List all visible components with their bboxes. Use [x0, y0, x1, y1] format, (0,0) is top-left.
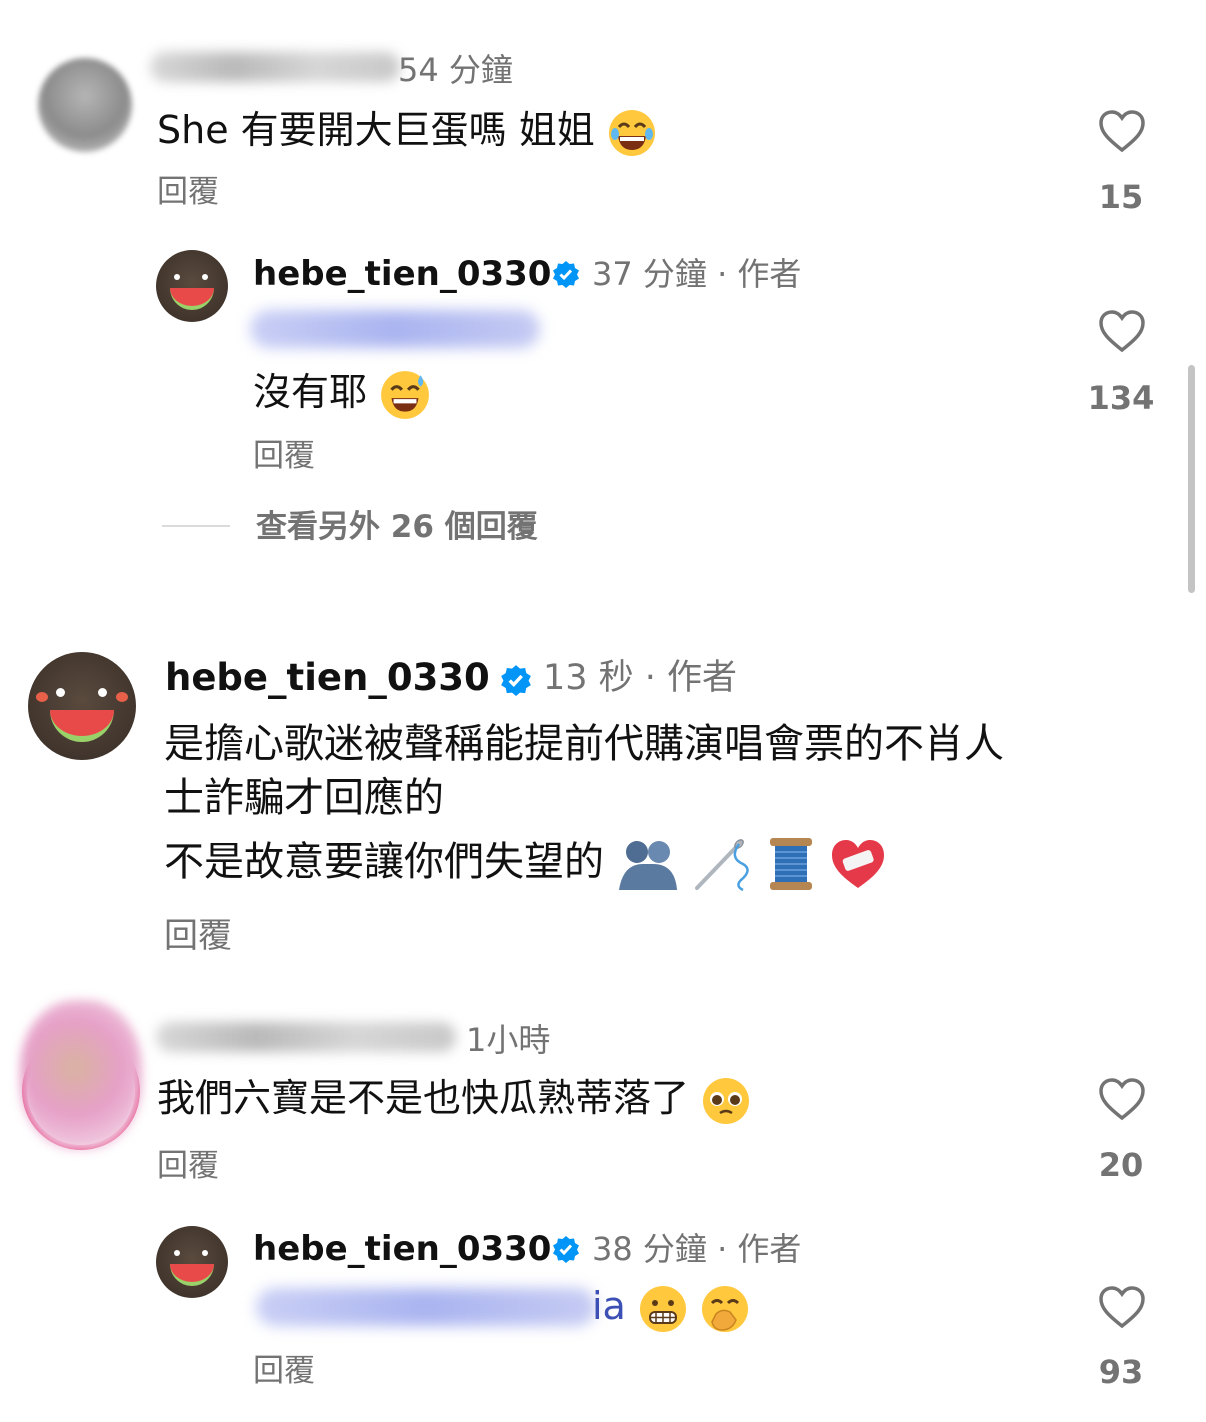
author-username[interactable]: hebe_tien_0330: [165, 658, 490, 698]
like-count: 93: [1098, 1353, 1144, 1391]
blurred-username[interactable]: [156, 1022, 456, 1052]
verified-badge-icon: [553, 1236, 579, 1263]
reply-timestamp: 37 分鐘 · 作者: [592, 255, 802, 293]
blurred-username[interactable]: [150, 52, 400, 82]
verified-badge-icon: [553, 261, 579, 288]
author-avatar[interactable]: [156, 250, 228, 322]
like-count: 15: [1098, 178, 1144, 216]
pleading-face-emoji-icon: [703, 1077, 750, 1124]
author-username[interactable]: hebe_tien_0330: [253, 1229, 551, 1269]
spool-of-thread-emoji-icon: [770, 838, 813, 890]
sweat-smile-emoji-icon: [381, 370, 430, 419]
like-count: 134: [1087, 379, 1155, 417]
reply-button[interactable]: 回覆: [253, 1351, 315, 1391]
view-more-replies-button[interactable]: 查看另外 26 個回覆: [256, 507, 538, 547]
author-avatar[interactable]: [28, 652, 136, 760]
heart-icon[interactable]: [1098, 1076, 1146, 1122]
people-hugging-emoji-icon: [618, 841, 677, 890]
blurred-mention[interactable]: [250, 310, 540, 348]
comment-text: 我們六寶是不是也快瓜熟蒂落了: [157, 1072, 751, 1126]
reply-button[interactable]: 回覆: [157, 172, 219, 212]
scrollbar[interactable]: [1188, 365, 1195, 593]
reply-button[interactable]: 回覆: [253, 436, 315, 476]
laughing-emoji-icon: [608, 109, 655, 156]
mention-tail[interactable]: ia: [592, 1284, 626, 1328]
comment-timestamp: 54 分鐘: [398, 51, 513, 89]
thread-needle-emoji-icon: [695, 839, 750, 892]
mending-heart-emoji-icon: [831, 840, 884, 888]
reply-timestamp: 38 分鐘 · 作者: [592, 1230, 802, 1268]
grimacing-face-emoji-icon: [639, 1285, 686, 1332]
comment-text-line3: 不是故意要讓你們失望的: [164, 836, 887, 892]
blurred-mention[interactable]: [256, 1288, 596, 1326]
reply-button[interactable]: 回覆: [157, 1146, 219, 1186]
author-username[interactable]: hebe_tien_0330: [253, 254, 551, 294]
reply-button[interactable]: 回覆: [164, 916, 232, 956]
commenter-avatar[interactable]: [20, 1000, 142, 1150]
view-more-divider: [162, 525, 230, 527]
comment-text-line2: 士詐騙才回應的: [164, 775, 444, 821]
reply-text: ia: [592, 1280, 750, 1334]
commenter-avatar[interactable]: [38, 58, 132, 152]
like-count: 20: [1098, 1146, 1144, 1184]
verified-badge-icon: [501, 665, 531, 696]
heart-icon[interactable]: [1098, 108, 1146, 154]
comment-timestamp: 13 秒 · 作者: [543, 658, 738, 698]
comment-text-line1: 是擔心歌迷被聲稱能提前代購演唱會票的不肖人: [164, 721, 1004, 767]
author-avatar[interactable]: [156, 1226, 228, 1298]
comment-text: She 有要開大巨蛋嗎 姐姐: [157, 104, 657, 158]
heart-icon[interactable]: [1098, 1284, 1146, 1330]
heart-icon[interactable]: [1098, 308, 1146, 354]
reply-text: 沒有耶: [253, 366, 431, 421]
face-with-hand-over-mouth-emoji-icon: [702, 1285, 749, 1332]
comment-timestamp: 1小時: [466, 1021, 551, 1059]
